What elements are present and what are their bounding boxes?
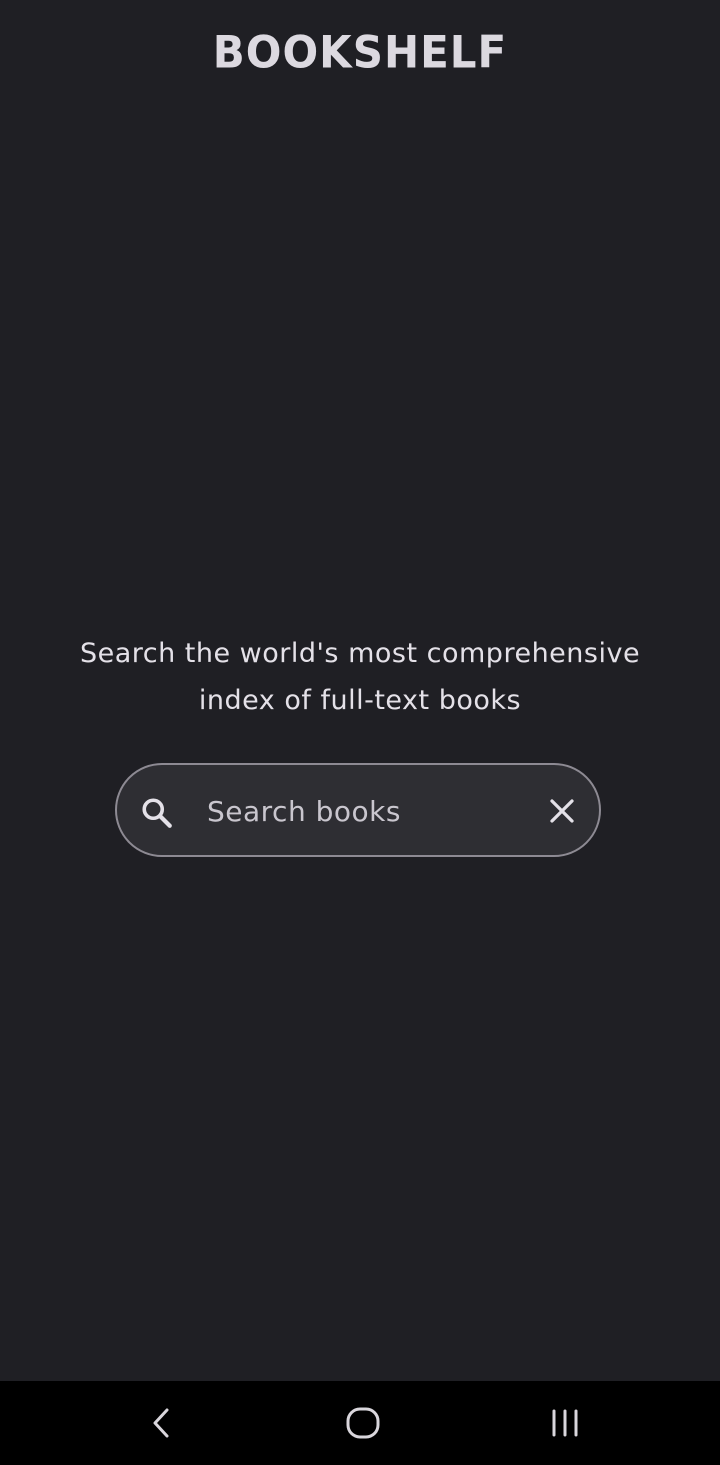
search-icon[interactable]	[139, 795, 175, 831]
chevron-left-icon[interactable]	[132, 1401, 192, 1445]
recents-icon[interactable]	[535, 1401, 595, 1445]
search-bar[interactable]	[115, 763, 601, 857]
tagline: Search the world's most comprehensive in…	[60, 630, 660, 724]
home-icon[interactable]	[333, 1401, 393, 1445]
app-title: BOOKSHELF	[212, 26, 508, 79]
system-navigation-bar	[0, 1381, 720, 1465]
tagline-line-1: Search the world's most comprehensive	[79, 638, 641, 669]
search-input[interactable]	[207, 785, 507, 837]
tagline-line-2: index of full-text books	[198, 685, 522, 716]
close-icon[interactable]	[541, 790, 583, 832]
app-screen: BOOKSHELF Search the world's most compre…	[0, 0, 720, 1465]
